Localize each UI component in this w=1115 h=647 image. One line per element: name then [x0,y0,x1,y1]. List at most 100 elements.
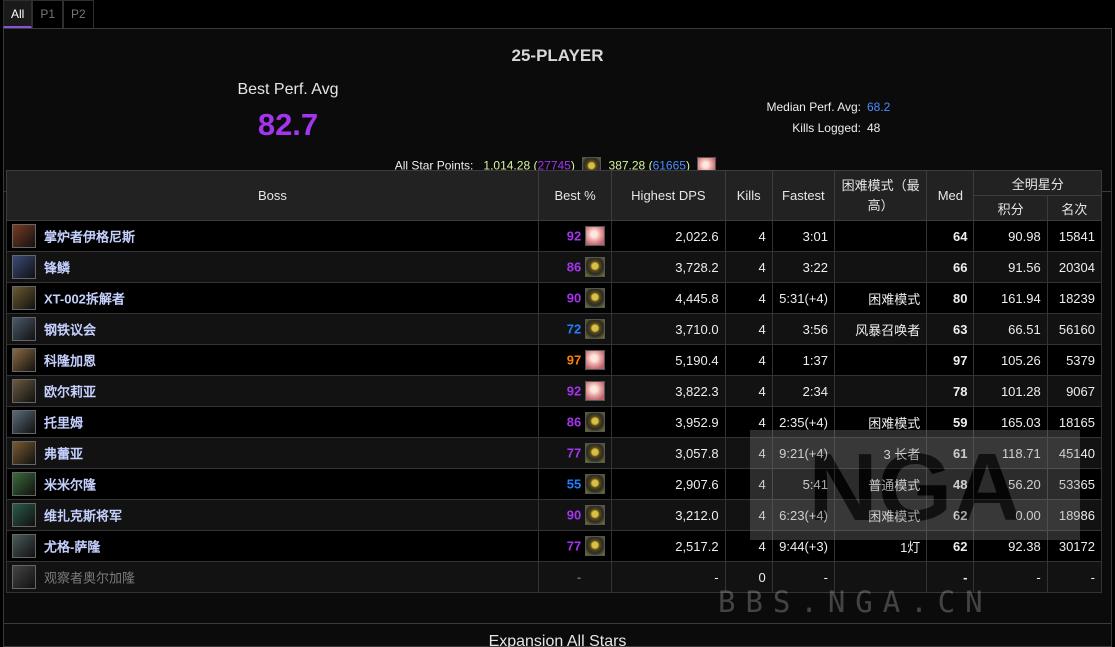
mode-title: 25-PLAYER [511,46,604,65]
hard-mode: 普通模式 [833,468,928,500]
median-percent: 62 [926,530,975,562]
hard-mode [833,344,928,376]
boss-cell[interactable]: 掌炉者伊格尼斯 [6,220,539,252]
boss-row[interactable]: 尤格-萨隆 77 2,517.2 4 9:44(+3) 1灯 62 92.38 30172 [6,530,1103,562]
best-percent-cell: - [537,561,613,593]
boss-cell[interactable]: 科隆加恩 [6,344,539,376]
hard-mode [833,375,928,407]
col-points[interactable]: 积分 [973,195,1048,221]
boss-name[interactable]: 尤格-萨隆 [44,540,100,555]
best-percent: 72 [566,321,582,337]
kills-logged-value: 48 [867,121,881,135]
spec-icon-placeholder [585,567,605,587]
fastest: - [771,561,835,593]
all-star-points: 0.00 [973,499,1048,531]
boss-row[interactable]: 科隆加恩 97 5,190.4 4 1:37 97 105.26 5379 [6,344,1103,376]
median-percent: 59 [926,406,975,438]
boss-row[interactable]: 钢铁议会 72 3,710.0 4 3:56 风暴召唤者 63 66.51 56160 [6,313,1103,345]
median-percent: 64 [926,220,975,252]
boss-name[interactable]: 米米尔隆 [44,478,96,493]
tab-p1[interactable]: P1 [32,0,64,28]
best-percent: 55 [566,476,582,492]
boss-portrait-icon [12,255,36,279]
boss-name[interactable]: 掌炉者伊格尼斯 [44,230,135,245]
holy-spec-icon [585,536,606,556]
all-star-rank: - [1046,561,1103,593]
col-all-stars: 全明星分 [973,170,1102,196]
best-percent: 90 [566,290,582,306]
best-percent-cell: 55 [537,468,613,500]
hard-mode: 困难模式 [833,282,928,314]
boss-cell[interactable]: 锋鳞 [6,251,539,283]
kills: 4 [724,282,773,314]
fastest: 5:31(+4) [771,282,835,314]
kills-logged-row: Kills Logged: 48 [767,118,902,139]
hard-mode: 困难模式 [833,406,928,438]
boss-row[interactable]: 掌炉者伊格尼斯 92 2,022.6 4 3:01 64 90.98 15841 [6,220,1103,252]
boss-row[interactable]: 锋鳞 86 3,728.2 4 3:22 66 91.56 20304 [6,251,1103,283]
col-boss[interactable]: Boss [6,170,539,221]
best-percent-cell: 92 [537,220,613,252]
boss-cell[interactable]: 弗蕾亚 [6,437,539,469]
boss-row[interactable]: 欧尔莉亚 92 3,822.3 4 2:34 78 101.28 9067 [6,375,1103,407]
median-percent: - [926,561,975,593]
boss-name[interactable]: 观察者奥尔加隆 [44,571,135,586]
col-fastest[interactable]: Fastest [771,170,835,221]
boss-row[interactable]: 观察者奥尔加隆 - -0- - - - [6,561,1103,593]
boss-row[interactable]: 托里姆 86 3,952.9 4 2:35(+4) 困难模式 59 165.03 18165 [6,406,1103,438]
boss-portrait-icon [12,379,36,403]
fastest: 9:21(+4) [771,437,835,469]
boss-name[interactable]: XT-002拆解者 [44,292,125,307]
boss-name[interactable]: 锋鳞 [44,261,70,276]
all-star-rank: 18239 [1046,282,1103,314]
best-percent-cell: 90 [537,499,613,531]
boss-cell[interactable]: 观察者奥尔加隆 [6,561,539,593]
hard-mode: 3 长者 [833,437,928,469]
boss-row[interactable]: XT-002拆解者 90 4,445.8 4 5:31(+4) 困难模式 80 161.94 1… [6,282,1103,314]
divider [4,623,1111,624]
boss-name[interactable]: 弗蕾亚 [44,447,83,462]
all-star-rank: 53365 [1046,468,1103,500]
retribution-spec-icon [585,226,606,246]
boss-cell[interactable]: 欧尔莉亚 [6,375,539,407]
tab-bar: All P1 P2 [3,0,94,28]
col-kills[interactable]: Kills [724,170,773,221]
col-hard-mode[interactable]: 困难模式（最高） [833,170,928,221]
boss-cell[interactable]: 尤格-萨隆 [6,530,539,562]
all-star-rank: 9067 [1046,375,1103,407]
boss-row[interactable]: 弗蕾亚 77 3,057.8 4 9:21(+4) 3 长者 61 118.71 45140 [6,437,1103,469]
holy-spec-icon [585,443,606,463]
boss-name[interactable]: 科隆加恩 [44,354,96,369]
boss-name[interactable]: 维扎克斯将军 [44,509,122,524]
col-highest-dps[interactable]: Highest DPS [611,170,726,221]
hard-mode [833,561,928,593]
boss-row[interactable]: 维扎克斯将军 90 3,212.0 4 6:23(+4) 困难模式 62 0.00 18986 [6,499,1103,531]
boss-cell[interactable]: 维扎克斯将军 [6,499,539,531]
boss-cell[interactable]: 米米尔隆 [6,468,539,500]
best-percent-cell: 90 [537,282,613,314]
boss-name[interactable]: 托里姆 [44,416,83,431]
col-best[interactable]: Best % [537,170,613,221]
boss-rankings-table: Boss Best % Highest DPS Kills Fastest 困难… [6,170,1103,593]
highest-dps: 3,728.2 [611,251,726,283]
hard-mode: 风暴召唤者 [833,313,928,345]
tab-p2[interactable]: P2 [63,0,94,28]
all-star-rank: 18986 [1046,499,1103,531]
kills: 4 [724,437,773,469]
hard-mode [833,220,928,252]
col-rank[interactable]: 名次 [1046,195,1103,221]
boss-name[interactable]: 钢铁议会 [44,323,96,338]
col-med[interactable]: Med [926,170,975,221]
best-percent: 86 [566,259,582,275]
kills: 4 [724,251,773,283]
boss-cell[interactable]: 托里姆 [6,406,539,438]
boss-name[interactable]: 欧尔莉亚 [44,385,96,400]
boss-cell[interactable]: 钢铁议会 [6,313,539,345]
hard-mode: 1灯 [833,530,928,562]
tab-all[interactable]: All [3,0,33,28]
retribution-spec-icon [585,350,606,370]
all-star-rank: 5379 [1046,344,1103,376]
boss-cell[interactable]: XT-002拆解者 [6,282,539,314]
fastest: 1:37 [771,344,835,376]
boss-row[interactable]: 米米尔隆 55 2,907.6 4 5:41 普通模式 48 56.20 53365 [6,468,1103,500]
